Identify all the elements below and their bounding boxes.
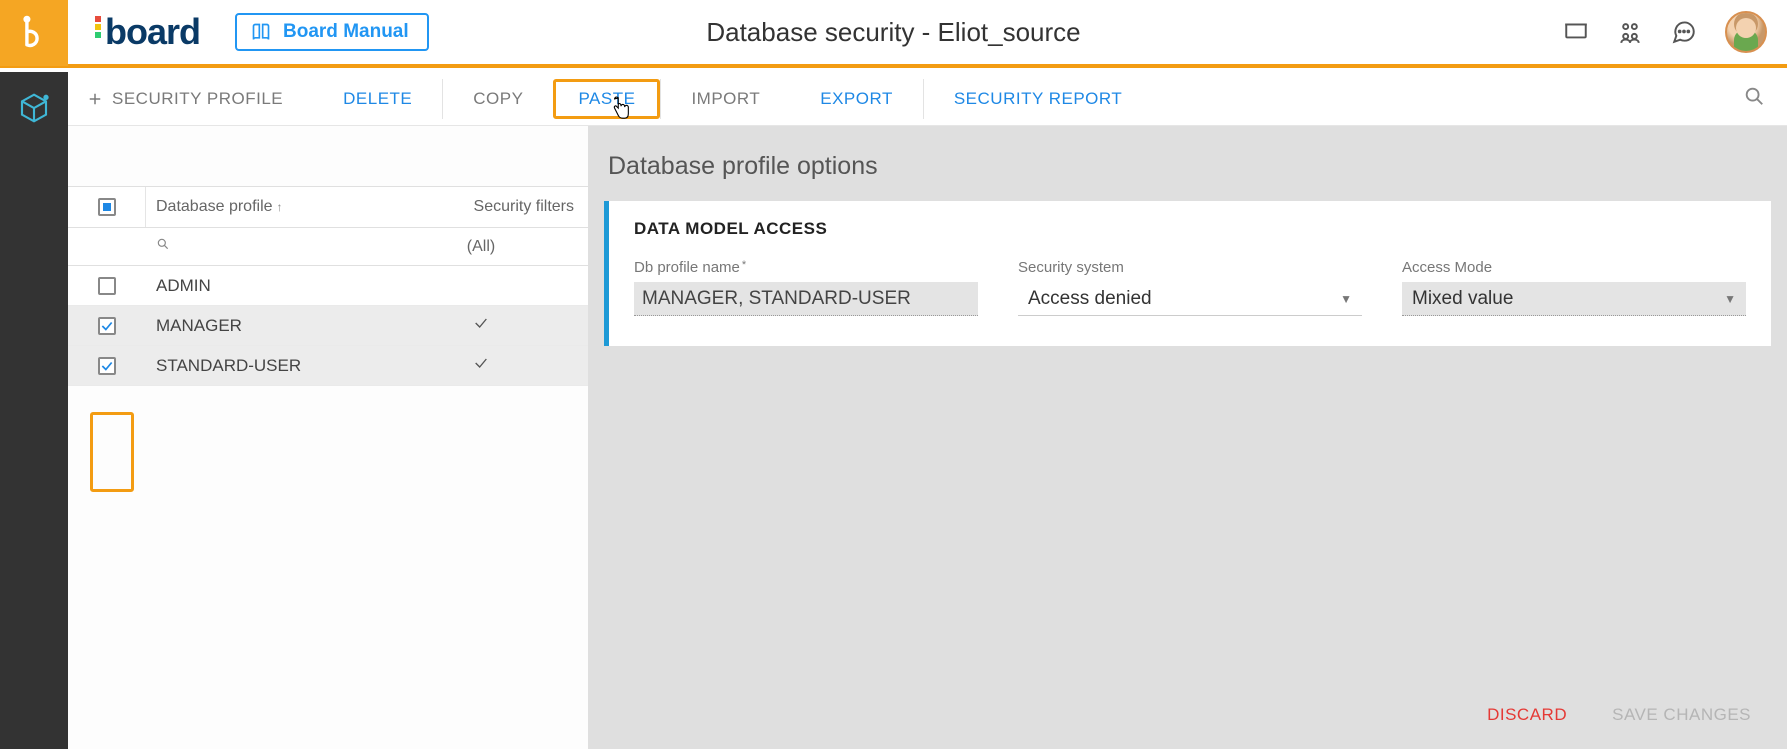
profile-list-panel: Database profile ↑ Security filters (All… <box>68 126 588 749</box>
data-model-access-card: DATA MODEL ACCESS Db profile name* Secur… <box>604 201 1771 346</box>
select-all-checkbox[interactable] <box>98 198 116 216</box>
chat-icon[interactable] <box>1671 19 1697 45</box>
grid-filter-row: (All) <box>68 228 588 266</box>
security-report-button[interactable]: SECURITY REPORT <box>924 79 1152 119</box>
manual-button-label: Board Manual <box>283 21 409 43</box>
profile-name: STANDARD-USER <box>146 356 388 376</box>
brand-text: board <box>105 11 200 53</box>
filter-search-icon[interactable] <box>156 237 170 256</box>
logo-b-icon <box>17 15 51 49</box>
brand-dots-icon <box>94 14 102 44</box>
profile-row[interactable]: ADMIN <box>68 266 588 306</box>
plus-icon <box>86 90 104 108</box>
page-title: Database security - Eliot_source <box>706 17 1080 48</box>
profile-name: MANAGER <box>146 316 388 336</box>
topbar-right-icons <box>1563 11 1767 53</box>
toolbar-search-icon[interactable] <box>1743 85 1765 112</box>
db-profile-name-label: Db profile name* <box>634 259 978 276</box>
profile-options-panel: Database profile options DATA MODEL ACCE… <box>588 126 1787 749</box>
profile-row[interactable]: MANAGER <box>68 306 588 346</box>
user-avatar[interactable] <box>1725 11 1767 53</box>
access-mode-label: Access Mode <box>1402 259 1746 276</box>
access-mode-value: Mixed value <box>1412 288 1513 310</box>
profile-name: ADMIN <box>146 276 388 296</box>
cube-icon[interactable] <box>18 92 50 129</box>
add-profile-label: SECURITY PROFILE <box>112 89 283 109</box>
security-system-value: Access denied <box>1028 288 1152 310</box>
sort-asc-icon: ↑ <box>277 200 283 214</box>
column-header-profile[interactable]: Database profile ↑ <box>146 198 388 216</box>
import-button[interactable]: IMPORT <box>661 79 790 119</box>
grid-header-row: Database profile ↑ Security filters <box>68 186 588 228</box>
app-logo[interactable] <box>0 0 68 66</box>
add-security-profile-button[interactable]: SECURITY PROFILE <box>86 79 313 119</box>
book-icon <box>251 22 271 42</box>
presentation-icon[interactable] <box>1563 19 1589 45</box>
has-filter-check-icon <box>473 318 489 335</box>
db-profile-name-input[interactable] <box>634 282 978 316</box>
chevron-down-icon: ▼ <box>1340 292 1352 306</box>
users-icon[interactable] <box>1617 19 1643 45</box>
discard-button[interactable]: DISCARD <box>1487 705 1567 725</box>
security-system-label: Security system <box>1018 259 1362 276</box>
export-button[interactable]: EXPORT <box>790 79 923 119</box>
profile-row[interactable]: STANDARD-USER <box>68 346 588 386</box>
column-header-filters[interactable]: Security filters <box>388 198 588 216</box>
has-filter-check-icon <box>473 358 489 375</box>
save-changes-button: SAVE CHANGES <box>1612 705 1751 725</box>
action-toolbar: SECURITY PROFILE DELETE COPY PASTE IMPOR… <box>68 72 1787 126</box>
row-checkbox[interactable] <box>98 357 116 375</box>
delete-button[interactable]: DELETE <box>313 79 442 119</box>
board-manual-button[interactable]: Board Manual <box>235 13 429 51</box>
copy-button[interactable]: COPY <box>443 79 553 119</box>
chevron-down-icon: ▼ <box>1724 292 1736 306</box>
card-heading: DATA MODEL ACCESS <box>634 219 1746 239</box>
panel-title: Database profile options <box>608 152 1771 181</box>
access-mode-select[interactable]: Mixed value ▼ <box>1402 282 1746 316</box>
filter-all-text[interactable]: (All) <box>388 238 588 256</box>
security-system-select[interactable]: Access denied ▼ <box>1018 282 1362 316</box>
brand-wordmark: board <box>94 11 200 53</box>
left-rail <box>0 72 68 749</box>
panel-footer: DISCARD SAVE CHANGES <box>604 685 1771 739</box>
paste-button[interactable]: PASTE <box>553 79 660 119</box>
row-checkbox[interactable] <box>98 317 116 335</box>
top-bar: board Board Manual Database security - E… <box>0 0 1787 68</box>
row-checkbox[interactable] <box>98 277 116 295</box>
